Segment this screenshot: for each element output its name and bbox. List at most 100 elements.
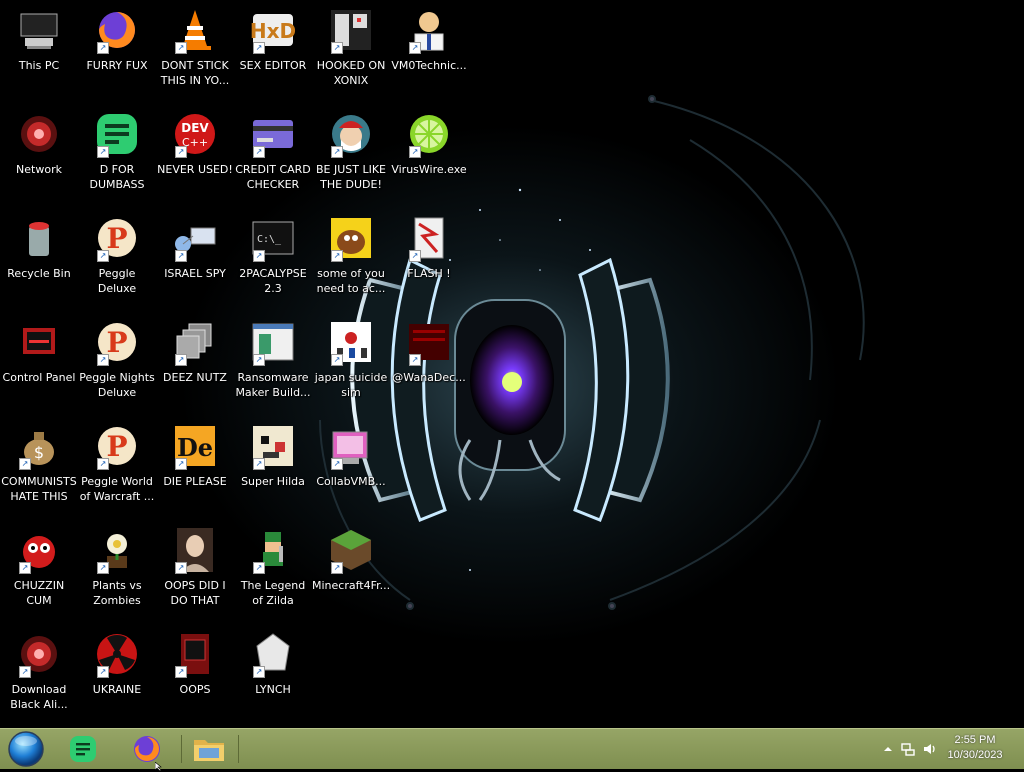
desktop-icon[interactable]: ↗ FURRY FUX xyxy=(78,0,156,100)
firefox-icon xyxy=(134,736,160,762)
taskbar-separator xyxy=(238,735,239,763)
desktop-icon[interactable]: ↗ Minecraft4Fr... xyxy=(312,520,390,620)
desktop-icon[interactable]: Control Panel xyxy=(0,312,78,412)
desktop-icon[interactable]: ↗ CollabVMB... xyxy=(312,416,390,516)
window-app-icon: ↗ xyxy=(249,318,297,366)
desktop-icon[interactable]: ↗ Super Hilda xyxy=(234,416,312,516)
desktop-icon[interactable]: ↗ ISRAEL SPY xyxy=(156,208,234,308)
svg-text:DEV: DEV xyxy=(181,121,209,135)
volume-icon[interactable] xyxy=(922,741,938,757)
shortcut-arrow-icon: ↗ xyxy=(97,562,109,574)
desktop-icon[interactable]: ↗ LYNCH xyxy=(234,624,312,724)
desktop-icon[interactable]: P ↗ Peggle Nights Deluxe xyxy=(78,312,156,412)
desktop-icon[interactable]: ↗ japan suicide sim xyxy=(312,312,390,412)
desktop-icon-label: Peggle Deluxe xyxy=(97,267,137,295)
desktop-icon[interactable]: ↗ CHUZZIN CUM xyxy=(0,520,78,620)
desktop-icon[interactable]: ↗ Ransomware Maker Build... xyxy=(234,312,312,412)
desktop-icon[interactable]: C:\_ ↗ 2PACALYPSE 2.3 xyxy=(234,208,312,308)
white-shape-icon: ↗ xyxy=(249,630,297,678)
collabvm-icon: ↗ xyxy=(327,422,375,470)
pixel-game-icon: ↗ xyxy=(249,422,297,470)
computer-icon xyxy=(15,6,63,54)
shortcut-arrow-icon: ↗ xyxy=(175,250,187,262)
desktop-icon-label: UKRAINE xyxy=(92,683,142,696)
clock[interactable]: 2:55 PM 10/30/2023 xyxy=(940,733,1010,763)
network-status-icon[interactable] xyxy=(900,741,916,757)
desktop-icon[interactable]: ↗ FLASH ! xyxy=(390,208,468,308)
desktop-icon[interactable]: ↗ DONT STICK THIS IN YO... xyxy=(156,0,234,100)
desktop[interactable]: This PC Network Recycle Bin Control Panel $ ↗… xyxy=(0,0,1024,728)
desktop-icon-label: Ransomware Maker Build... xyxy=(235,371,311,399)
shortcut-arrow-icon: ↗ xyxy=(253,250,265,262)
money-bag-icon: $ ↗ xyxy=(15,422,63,470)
shortcut-arrow-icon: ↗ xyxy=(97,250,109,262)
desktop-icon[interactable]: ↗ DEEZ NUTZ xyxy=(156,312,234,412)
xonix-icon: ↗ xyxy=(327,6,375,54)
shortcut-arrow-icon: ↗ xyxy=(253,666,265,678)
desktop-icon-label: 2PACALYPSE 2.3 xyxy=(239,267,307,295)
shortcut-arrow-icon: ↗ xyxy=(409,42,421,54)
vlc-cone-icon: ↗ xyxy=(171,6,219,54)
desktop-icon-label: Download Black Ali... xyxy=(10,683,68,711)
shortcut-arrow-icon: ↗ xyxy=(253,562,265,574)
desktop-icon[interactable]: De ↗ DIE PLEASE xyxy=(156,416,234,516)
desktop-icon-label: Recycle Bin xyxy=(7,267,71,280)
doctor-icon: ↗ xyxy=(405,6,453,54)
desktop-icon[interactable]: ↗ @WanaDec... xyxy=(390,312,468,412)
windows-stack-icon: ↗ xyxy=(171,318,219,366)
shortcut-arrow-icon: ↗ xyxy=(175,354,187,366)
firefox-icon: ↗ xyxy=(93,6,141,54)
desktop-icon-label: VM0Technic... xyxy=(391,59,467,72)
show-hidden-icons-icon[interactable] xyxy=(880,741,896,757)
desktop-icon[interactable]: ↗ HOOKED ON XONIX xyxy=(312,0,390,100)
notes-app-button[interactable] xyxy=(56,731,110,767)
desktop-icon[interactable]: ↗ Plants vs Zombies xyxy=(78,520,156,620)
file-explorer-button[interactable] xyxy=(182,731,236,767)
shortcut-arrow-icon: ↗ xyxy=(19,666,31,678)
desktop-icon[interactable]: DEV C++ ↗ NEVER USED! xyxy=(156,104,234,204)
firefox-button[interactable] xyxy=(120,731,174,767)
desktop-icon-label: VirusWire.exe xyxy=(391,163,467,176)
hxd-icon: HxD ↗ xyxy=(249,6,297,54)
svg-text:P: P xyxy=(106,222,127,255)
desktop-icon[interactable]: ↗ OOPS DID I DO THAT xyxy=(156,520,234,620)
alien-icon: ↗ xyxy=(15,630,63,678)
desktop-icon-label: CollabVMB... xyxy=(316,475,386,488)
desktop-icon-label: DEEZ NUTZ xyxy=(163,371,227,384)
desktop-icon[interactable]: HxD ↗ SEX EDITOR xyxy=(234,0,312,100)
desktop-icon[interactable]: P ↗ Peggle Deluxe xyxy=(78,208,156,308)
desktop-icon[interactable]: P ↗ Peggle World of Warcraft ... xyxy=(78,416,156,516)
desktop-icon[interactable]: ↗ some of you need to ac... xyxy=(312,208,390,308)
shortcut-arrow-icon: ↗ xyxy=(19,458,31,470)
desktop-icon-label: FURRY FUX xyxy=(86,59,148,72)
desktop-icon[interactable]: Network xyxy=(0,104,78,204)
desktop-icon[interactable]: ↗ CREDIT CARD CHECKER xyxy=(234,104,312,204)
desktop-icon[interactable]: ↗ Download Black Ali... xyxy=(0,624,78,724)
shortcut-arrow-icon: ↗ xyxy=(253,458,265,470)
desktop-icon[interactable]: $↗ COMMUNISTS HATE THIS G... xyxy=(0,416,78,516)
desktop-icon-label: LYNCH xyxy=(255,683,291,696)
network-icon xyxy=(15,110,63,158)
desktop-icon[interactable]: This PC xyxy=(0,0,78,100)
portrait-icon: ↗ xyxy=(171,526,219,574)
terminal-icon: C:\_ ↗ xyxy=(249,214,297,262)
desktop-icon[interactable]: ↗ BE JUST LIKE THE DUDE! xyxy=(312,104,390,204)
shortcut-arrow-icon: ↗ xyxy=(253,146,265,158)
desktop-icon[interactable]: ↗ VM0Technic... xyxy=(390,0,468,100)
desktop-icon[interactable]: ↗ D FOR DUMBASS xyxy=(78,104,156,204)
start-button[interactable] xyxy=(6,731,46,767)
desktop-icon[interactable]: ↗ The Legend of Zilda xyxy=(234,520,312,620)
shortcut-arrow-icon: ↗ xyxy=(331,458,343,470)
desktop-icon[interactable]: ↗ VirusWire.exe xyxy=(390,104,468,204)
svg-text:P: P xyxy=(106,326,127,359)
desktop-icon[interactable]: Recycle Bin xyxy=(0,208,78,308)
folder-icon xyxy=(194,740,224,761)
devcpp-icon: DEV C++ ↗ xyxy=(171,110,219,158)
shortcut-arrow-icon: ↗ xyxy=(253,42,265,54)
mouse-cursor-icon xyxy=(155,762,162,772)
clock-date: 10/30/2023 xyxy=(947,749,1003,761)
desktop-icon-label: BE JUST LIKE THE DUDE! xyxy=(315,163,387,191)
desktop-icon[interactable]: ↗ UKRAINE xyxy=(78,624,156,724)
desktop-icon[interactable]: ↗ OOPS xyxy=(156,624,234,724)
de-icon: De ↗ xyxy=(171,422,219,470)
